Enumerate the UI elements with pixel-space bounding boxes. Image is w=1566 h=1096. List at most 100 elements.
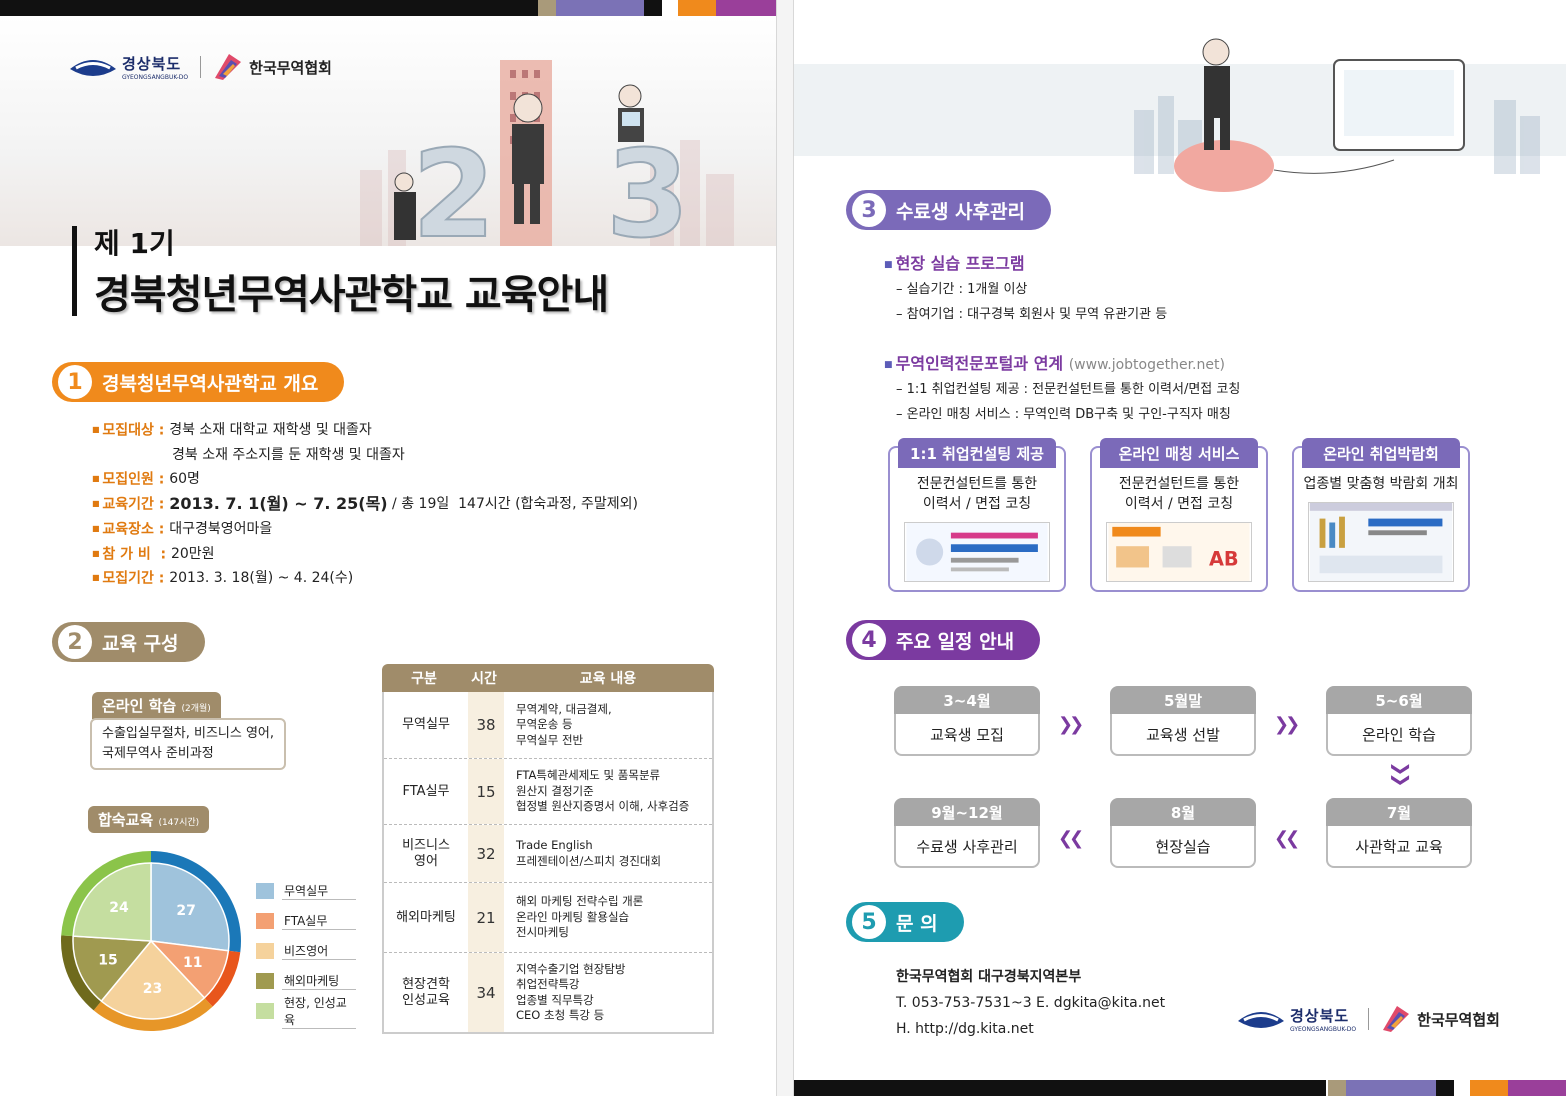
section-2-number: 2 xyxy=(58,625,92,659)
pie-slice-label: 11 xyxy=(183,955,202,971)
pie-legend: 무역실무 FTA실무 비즈영어 해외마케팅 현장, 인성교육 xyxy=(256,876,356,1029)
service-card: 1:1 취업컨설팅 제공 전문컨설턴트를 통한 이력서 / 면접 코칭 xyxy=(888,438,1066,592)
section-1-title: 경북청년무역사관학교 개요 xyxy=(102,372,319,395)
right-page: 3 수료생 사후관리 현장 실습 프로그램 – 실습기간 : 1개월 이상 – … xyxy=(794,0,1566,1096)
edition-title: 제 1기 xyxy=(94,227,175,260)
contact-tel-email: T. 053-753-7531~3 E. dgkita@kita.net xyxy=(896,995,1166,1011)
overview-row: 모집대상 : 경북 소재 대학교 재학생 및 대졸자 xyxy=(92,418,638,443)
pie-slice-label: 23 xyxy=(143,981,162,997)
legend-item: 현장, 인성교육 xyxy=(256,996,356,1029)
table-row: FTA실무 15 FTA특혜관세제도 및 품목분류 원산지 결정기준 협정별 원산지… xyxy=(384,758,712,824)
schedule-step: 9월~12월 수료생 사후관리 xyxy=(894,798,1040,868)
kita-emblem-icon xyxy=(1383,1006,1410,1032)
section-5-header: 5 문 의 xyxy=(846,902,964,942)
kita-logo-text: 한국무역협회 xyxy=(1417,1010,1500,1029)
overview-row: 모집인원 : 60명 xyxy=(92,467,638,492)
schedule-step: 7월 사관학교 교육 xyxy=(1326,798,1472,868)
page-title: 경북청년무역사관학교 교육안내 xyxy=(94,272,609,318)
table-row: 현장견학 인성교육 34 지역수출기업 현장탐방 취업전략특강 업종별 직무특강 CE… xyxy=(384,952,712,1032)
logo-group: 경상북도 GYEONGSANGBUK-DO 한국무역협회 xyxy=(68,52,332,82)
overview-row: 교육기간 : 2013. 7. 1(월) ~ 7. 25(목) / 총 19일 … xyxy=(92,492,638,517)
field-practice-line: – 참여기업 : 대구경북 회원사 및 무역 유관기관 등 xyxy=(896,307,1168,322)
arrow-down-icon: ❯❯ xyxy=(1390,761,1412,784)
gyeongbuk-logo-en: GYEONGSANGBUK-DO xyxy=(122,74,189,81)
section-2-title: 교육 구성 xyxy=(102,632,179,655)
section-2-header: 2 교육 구성 xyxy=(52,622,205,662)
field-practice-title: 현장 실습 프로그램 xyxy=(884,250,1025,274)
section-4-title: 주요 일정 안내 xyxy=(896,630,1015,653)
section-1-number: 1 xyxy=(58,365,92,399)
service-card: 온라인 취업박람회 업종별 맞춤형 박람회 개최 xyxy=(1292,438,1470,592)
footer-logo-group: 경상북도 GYEONGSANGBUK-DO 한국무역협회 xyxy=(1236,1004,1500,1034)
legend-item: 비즈영어 xyxy=(256,936,356,966)
schedule-step: 5월말 교육생 선발 xyxy=(1110,686,1256,756)
title-accent-bar xyxy=(72,226,77,316)
service-card: 온라인 매칭 서비스 전문컨설턴트를 통한 이력서 / 면접 코칭 AB xyxy=(1090,438,1268,592)
curriculum-table: 구분 시간 교육 내용 무역실무 38 무역계약, 대금결제, 무역운송 등 무역실… xyxy=(382,664,714,1034)
schedule-step: 8월 현장실습 xyxy=(1110,798,1256,868)
hero-illustration: 2 3 xyxy=(360,60,734,246)
education-hours-pie-chart: 27 11 23 15 24 xyxy=(61,851,242,1031)
schedule-step: 3~4월 교육생 모집 xyxy=(894,686,1040,756)
page-gutter xyxy=(776,0,794,1096)
section-5-title: 문 의 xyxy=(896,912,938,935)
svg-text:AB: AB xyxy=(1209,548,1239,571)
contact-info: 한국무역협회 대구경북지역본부 T. 053-753-7531~3 E. dgk… xyxy=(896,964,1165,1042)
svg-text:3: 3 xyxy=(606,126,690,246)
arrow-right-icon: ❯❯ xyxy=(1058,714,1084,735)
logo-divider xyxy=(200,56,202,78)
table-row: 해외마케팅 21 해외 마케팅 전략수립 개론 온라인 마케팅 활용실습 전시마케팅 xyxy=(384,882,712,952)
hero-illustration-right xyxy=(1134,38,1540,192)
gyeongbuk-logo-text: 경상북도 xyxy=(122,55,182,73)
section-3-title: 수료생 사후관리 xyxy=(896,200,1025,223)
matching-banner-image: AB xyxy=(1106,522,1252,582)
camp-education-label: 합숙교육 (147시간) xyxy=(88,806,210,833)
arrow-left-icon: ❮❮ xyxy=(1058,828,1084,849)
section-5-number: 5 xyxy=(852,905,886,939)
legend-item: 해외마케팅 xyxy=(256,966,356,996)
contact-org: 한국무역협회 대구경북지역본부 xyxy=(896,969,1082,985)
section-1-header: 1 경북청년무역사관학교 개요 xyxy=(52,362,345,402)
overview-row: 경북 소재 주소지를 둔 재학생 및 대졸자 xyxy=(172,446,405,463)
consulting-banner-image xyxy=(904,522,1050,582)
gyeongbuk-emblem-icon xyxy=(1238,1012,1284,1028)
job-fair-banner-image xyxy=(1308,502,1454,582)
pie-slice-label: 15 xyxy=(98,953,117,969)
arrow-right-icon: ❯❯ xyxy=(1274,714,1300,735)
gyeongbuk-logo-en: GYEONGSANGBUK-DO xyxy=(1290,1026,1357,1033)
curriculum-table-body: 무역실무 38 무역계약, 대금결제, 무역운송 등 무역실무 전반 FTA실무 1… xyxy=(382,692,714,1034)
portal-line: – 1:1 취업컨설팅 제공 : 전문컨설턴트를 통한 이력서/면접 코칭 xyxy=(896,382,1241,397)
gyeongbuk-logo-text: 경상북도 xyxy=(1290,1007,1350,1025)
service-card-title: 온라인 매칭 서비스 xyxy=(1100,438,1258,468)
overview-list: 모집대상 : 경북 소재 대학교 재학생 및 대졸자 경북 소재 주소지를 둔 … xyxy=(92,418,638,591)
contact-website: H. http://dg.kita.net xyxy=(896,1021,1034,1037)
service-card-title: 온라인 취업박람회 xyxy=(1302,438,1460,468)
portal-url[interactable]: (www.jobtogether.net) xyxy=(1069,357,1225,373)
schedule-step: 5~6월 온라인 학습 xyxy=(1326,686,1472,756)
gyeongbuk-emblem-icon xyxy=(70,60,116,76)
table-row: 무역실무 38 무역계약, 대금결제, 무역운송 등 무역실무 전반 xyxy=(384,692,712,758)
legend-item: FTA실무 xyxy=(256,906,356,936)
online-learning-label: 온라인 학습 (2개월) xyxy=(92,692,221,719)
portal-line: – 온라인 매칭 서비스 : 무역인력 DB구축 및 구인-구직자 매칭 xyxy=(896,407,1231,422)
pie-slice-label: 24 xyxy=(109,900,129,916)
curriculum-table-header: 구분 시간 교육 내용 xyxy=(382,664,714,692)
kita-emblem-icon xyxy=(215,54,242,80)
logo-divider xyxy=(1368,1008,1370,1030)
arrow-left-icon: ❮❮ xyxy=(1274,828,1300,849)
legend-item: 무역실무 xyxy=(256,876,356,906)
svg-text:2: 2 xyxy=(412,126,496,246)
section-3-number: 3 xyxy=(852,193,886,227)
overview-row: 교육장소 : 대구경북영어마을 xyxy=(92,517,638,542)
overview-row: 참 가 비 : 20만원 xyxy=(92,542,638,567)
section-4-header: 4 주요 일정 안내 xyxy=(846,620,1041,660)
field-practice-line: – 실습기간 : 1개월 이상 xyxy=(896,282,1028,297)
online-learning-box: 수출입실무절차, 비즈니스 영어, 국제무역사 준비과정 xyxy=(90,718,286,770)
section-4-number: 4 xyxy=(852,623,886,657)
pie-slice-label: 27 xyxy=(176,903,195,919)
left-page: 2 3 경상북도 GYEONGSANGBUK-DO 한국무역협회 제 1기 경북… xyxy=(0,0,776,1096)
section-3-header: 3 수료생 사후관리 xyxy=(846,190,1051,230)
overview-row: 모집기간 : 2013. 3. 18(월) ~ 4. 24(수) xyxy=(92,566,638,591)
kita-logo-text: 한국무역협회 xyxy=(249,58,332,77)
portal-link-title: 무역인력전문포털과 연계 (www.jobtogether.net) xyxy=(884,350,1225,374)
